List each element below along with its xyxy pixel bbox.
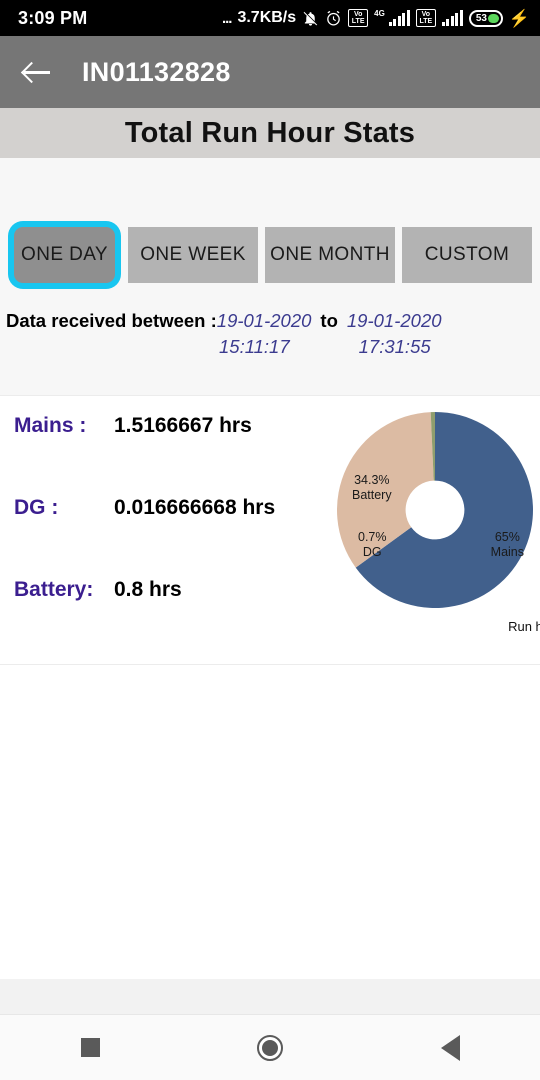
- app-bar: IN01132828: [0, 36, 540, 108]
- chart-legend: Mains Site Status: [0, 660, 540, 664]
- battery-percent: 53: [475, 12, 487, 24]
- back-arrow-icon[interactable]: [22, 59, 52, 85]
- stat-label-mains: Mains :: [14, 414, 87, 437]
- subtitle-bar: Total Run Hour Stats: [0, 108, 540, 158]
- tab-custom[interactable]: CUSTOM: [402, 227, 532, 283]
- date-range-to-word: to: [320, 310, 338, 331]
- status-bar: 3:09 PM ... 3.7KB/s VoLTE 4G VoLTE 53: [0, 0, 540, 36]
- donut-label-mains: 65% Mains: [490, 530, 524, 559]
- network-gen-label: 4G: [374, 8, 385, 18]
- time-to: 17:31:55: [358, 336, 431, 357]
- stat-value-dg: 0.016666668 hrs: [114, 496, 276, 519]
- nav-home-button[interactable]: [180, 1034, 360, 1061]
- status-time: 3:09 PM: [18, 7, 88, 28]
- volte-icon: Vo LTE: [348, 9, 369, 27]
- empty-area: [0, 665, 540, 979]
- time-from: 15:11:17: [219, 336, 290, 357]
- date-range-label: Data received between :: [6, 310, 217, 331]
- main-content: ONE DAY ONE WEEK ONE MONTH CUSTOM Data r…: [0, 158, 540, 979]
- donut-chart[interactable]: 65% Mains 34.3% Battery 0.7% DG Run ho: [330, 410, 540, 640]
- alarm-icon: [325, 10, 342, 27]
- signal-icon-2: [441, 9, 463, 26]
- volte-icon-2: Vo LTE: [415, 9, 436, 27]
- charging-bolt-icon: ⚡: [508, 8, 530, 28]
- nav-recents-button[interactable]: [0, 1038, 180, 1057]
- subtitle-text: Total Run Hour Stats: [124, 116, 416, 149]
- android-nav-bar: [0, 1014, 540, 1080]
- range-tabs: ONE DAY ONE WEEK ONE MONTH CUSTOM: [0, 220, 540, 290]
- triangle-back-icon: [440, 1034, 460, 1061]
- network-speed-text: 3.7KB/s: [237, 9, 297, 26]
- notification-muted-icon: [302, 10, 319, 27]
- square-recents-icon: [80, 1038, 100, 1057]
- date-from: 19-01-2020: [216, 310, 312, 331]
- donut-label-dg: 0.7% DG: [358, 530, 387, 559]
- donut-label-battery: 34.3% Battery: [352, 473, 392, 502]
- tab-one-day[interactable]: ONE DAY: [14, 227, 115, 283]
- stat-value-mains: 1.5166667 hrs: [114, 414, 252, 437]
- nav-back-button[interactable]: [360, 1034, 540, 1061]
- stat-label-dg: DG :: [14, 496, 59, 519]
- signal-4g-icon: [388, 9, 410, 26]
- page-title: IN01132828: [82, 56, 231, 87]
- stat-value-battery: 0.8 hrs: [114, 578, 182, 601]
- circle-home-icon: [257, 1034, 283, 1061]
- date-to: 19-01-2020: [346, 310, 442, 331]
- tab-one-month[interactable]: ONE MONTH: [265, 227, 395, 283]
- donut-chart-svg: [337, 412, 533, 608]
- phone-screen: 3:09 PM ... 3.7KB/s VoLTE 4G VoLTE 53: [0, 0, 540, 1080]
- date-range: Data received between : 19-01-2020 to 19…: [0, 290, 540, 359]
- overflow-dots-icon: ...: [221, 9, 232, 27]
- stat-label-battery: Battery:: [14, 578, 94, 601]
- run-hour-card: Mains : 1.5166667 hrs DG : 0.016666668 h…: [0, 395, 540, 665]
- status-icons: ... 3.7KB/s Vo LTE 4G Vo LTE 53 ⚡: [222, 9, 530, 27]
- tab-one-week[interactable]: ONE WEEK: [128, 227, 258, 283]
- chart-axis-caption: Run ho: [508, 619, 540, 634]
- battery-icon: 53: [468, 9, 503, 27]
